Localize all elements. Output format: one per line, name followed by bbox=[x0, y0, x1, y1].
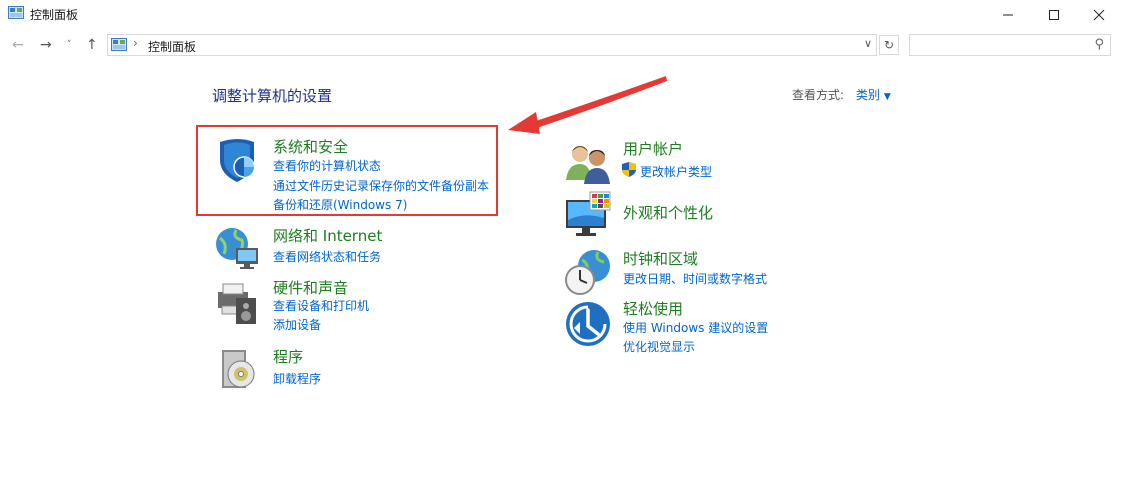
category-title-clock-region[interactable]: 时钟和区域 bbox=[623, 248, 698, 269]
clock-globe-icon[interactable] bbox=[564, 248, 612, 296]
link-add-device[interactable]: 添加设备 bbox=[273, 316, 321, 333]
monitor-palette-icon[interactable] bbox=[564, 190, 612, 238]
link-windows-recommended-settings[interactable]: 使用 Windows 建议的设置 bbox=[623, 319, 768, 336]
refresh-button[interactable]: ↻ bbox=[879, 35, 899, 55]
annotation-highlight-box bbox=[196, 125, 498, 216]
link-optimize-visual-display[interactable]: 优化视觉显示 bbox=[623, 338, 695, 355]
control-panel-icon bbox=[111, 38, 127, 51]
minimize-icon bbox=[1003, 14, 1013, 16]
page-title: 调整计算机的设置 bbox=[212, 87, 333, 105]
view-mode-dropdown[interactable]: 类别 ▼ bbox=[856, 88, 891, 102]
category-title-hardware-sound[interactable]: 硬件和声音 bbox=[273, 277, 348, 298]
link-network-status[interactable]: 查看网络状态和任务 bbox=[273, 248, 381, 265]
breadcrumb[interactable]: 控制面板 bbox=[148, 38, 196, 55]
maximize-button[interactable] bbox=[1031, 0, 1077, 30]
minimize-button[interactable] bbox=[985, 0, 1031, 30]
maximize-icon bbox=[1049, 10, 1059, 20]
link-devices-printers[interactable]: 查看设备和打印机 bbox=[273, 297, 369, 314]
category-title-appearance[interactable]: 外观和个性化 bbox=[623, 202, 713, 223]
window-title: 控制面板 bbox=[30, 8, 79, 22]
uac-shield-icon bbox=[622, 162, 636, 177]
dropdown-arrow-icon: ▼ bbox=[883, 92, 891, 102]
view-mode-label: 查看方式: bbox=[792, 88, 845, 102]
link-change-date-time-format[interactable]: 更改日期、时间或数字格式 bbox=[623, 270, 767, 287]
up-arrow-icon[interactable]: ↑ bbox=[86, 35, 98, 55]
view-mode: 查看方式: 类别 ▼ bbox=[792, 86, 891, 103]
ease-of-access-icon[interactable] bbox=[564, 300, 612, 348]
category-title-ease-of-access[interactable]: 轻松使用 bbox=[623, 298, 683, 319]
printer-icon[interactable] bbox=[214, 278, 262, 326]
programs-icon[interactable] bbox=[214, 346, 262, 394]
navigation-bar: ← → ˅ ↑ › 控制面板 ∨ ↻ ⚲ bbox=[0, 32, 1122, 58]
chevron-down-icon[interactable]: ∨ bbox=[864, 37, 872, 50]
control-panel-icon bbox=[8, 6, 24, 19]
forward-arrow-icon[interactable]: → bbox=[40, 35, 52, 55]
close-button[interactable] bbox=[1076, 0, 1122, 30]
refresh-icon: ↻ bbox=[883, 38, 895, 52]
search-icon[interactable]: ⚲ bbox=[1094, 37, 1104, 52]
close-icon bbox=[1093, 9, 1105, 21]
category-title-programs[interactable]: 程序 bbox=[273, 346, 303, 367]
back-arrow-icon[interactable]: ← bbox=[12, 35, 24, 55]
link-uninstall-program[interactable]: 卸载程序 bbox=[273, 370, 321, 387]
link-change-account-type[interactable]: 更改帐户类型 bbox=[640, 163, 712, 180]
annotation-arrow-icon bbox=[508, 76, 667, 134]
breadcrumb-separator-icon[interactable]: › bbox=[133, 36, 138, 50]
recent-locations-chevron-icon[interactable]: ˅ bbox=[67, 35, 72, 55]
address-bar[interactable]: › 控制面板 ∨ bbox=[107, 34, 877, 56]
search-input[interactable]: ⚲ bbox=[909, 34, 1111, 56]
users-icon[interactable] bbox=[564, 140, 612, 188]
title-bar: 控制面板 bbox=[0, 0, 1122, 30]
category-title-network-internet[interactable]: 网络和 Internet bbox=[273, 225, 382, 246]
network-globe-icon[interactable] bbox=[214, 224, 262, 272]
category-title-user-accounts[interactable]: 用户帐户 bbox=[623, 138, 683, 159]
